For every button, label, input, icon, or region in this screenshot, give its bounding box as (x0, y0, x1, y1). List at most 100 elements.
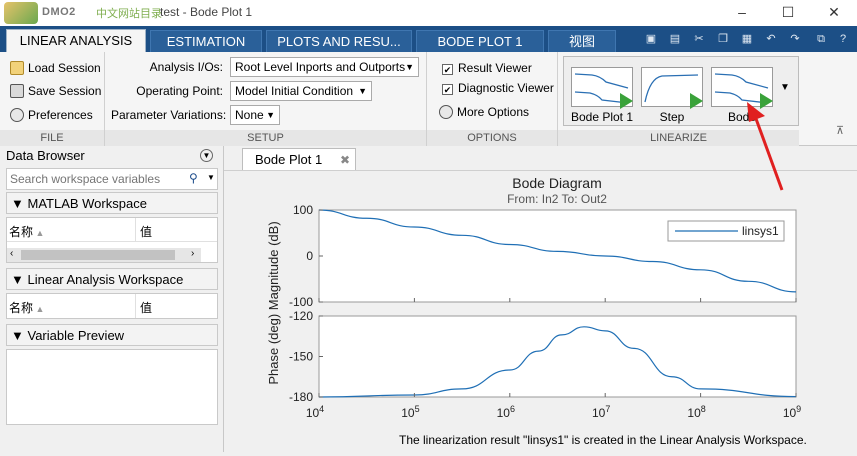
chevron-down-icon: ▼ (266, 110, 275, 120)
name-column-header[interactable]: 名称 ▲ (9, 299, 44, 316)
sort-icon: ▲ (33, 304, 45, 314)
y-tick-label: -180 (289, 390, 313, 404)
y-tick-label: 100 (293, 203, 313, 217)
linearize-item-label: Bode (727, 110, 757, 124)
disk-icon (10, 84, 24, 98)
linearize-item-label: Step (659, 110, 685, 124)
watermark-cn: 中文网站目录 (96, 8, 162, 20)
play-icon (620, 93, 633, 109)
options-section: ✔ Result Viewer ✔ Diagnostic Viewer More O… (427, 52, 558, 146)
scroll-left-icon[interactable]: ‹ (10, 248, 13, 259)
window-title: test - Bode Plot 1 (160, 5, 253, 19)
operating-point-value: Model Initial Condition (235, 84, 354, 98)
linearize-section-label: LINEARIZE (558, 130, 799, 146)
y-axis-label: Phase (deg) Magnitude (dB) (266, 221, 281, 384)
play-icon (760, 93, 773, 109)
variable-preview-label: Variable Preview (27, 328, 125, 343)
collapse-triangle-icon: ▼ (11, 328, 28, 343)
operating-point-dropdown[interactable]: Model Initial Condition ▼ (230, 81, 372, 101)
sort-icon: ▲ (33, 228, 45, 238)
close-button[interactable]: ✕ (811, 0, 857, 26)
name-column-header[interactable]: 名称 ▲ (9, 223, 44, 240)
collapse-triangle-icon: ▼ (11, 272, 28, 287)
tab-view[interactable]: 视图 (548, 30, 616, 52)
diagnostic-viewer-label: Diagnostic Viewer (458, 81, 554, 95)
panel-menu-icon[interactable]: ▼ (200, 149, 213, 162)
value-column-header[interactable]: 值 (140, 299, 152, 316)
doc-tab-bode-plot-1[interactable]: Bode Plot 1 ✖ (242, 148, 356, 170)
linearize-bode-button[interactable]: Bode (711, 63, 773, 125)
ribbon: Load Session Save Session Preferences FI… (0, 52, 857, 146)
scrollbar-thumb[interactable] (21, 250, 175, 260)
preferences-label: Preferences (28, 108, 93, 122)
copy-icon[interactable]: ❐ (716, 32, 730, 46)
options-section-label: OPTIONS (427, 130, 557, 146)
close-tab-icon[interactable]: ✖ (340, 149, 350, 171)
window-layout-icon[interactable]: ⧉ (814, 32, 828, 46)
phase-axes (318, 315, 797, 398)
linearize-item-label: Bode Plot 1 (570, 110, 634, 124)
variable-preview-header[interactable]: ▼ Variable Preview (6, 324, 218, 346)
preferences-button[interactable]: Preferences (10, 105, 93, 125)
chevron-down-icon[interactable]: ▼ (207, 173, 215, 182)
y-tick-label: 0 (306, 249, 313, 263)
save-icon[interactable]: ▤ (668, 32, 682, 46)
collapse-ribbon-icon[interactable]: ⊼ (836, 124, 844, 137)
x-tick-label: 104 (306, 404, 324, 420)
app-logo (4, 2, 38, 24)
play-icon (690, 93, 703, 109)
analysis-ios-dropdown[interactable]: Root Level Inports and Outports ▼ (230, 57, 419, 77)
analysis-ios-value: Root Level Inports and Outports (235, 60, 406, 74)
load-session-button[interactable]: Load Session (10, 58, 101, 78)
maximize-button[interactable]: ☐ (765, 0, 811, 26)
x-tick-label: 106 (497, 404, 515, 420)
title-bar: DMO2 中文网站目录 test - Bode Plot 1 – ☐ ✕ (0, 0, 857, 26)
cut-icon[interactable]: ✂ (692, 32, 706, 46)
undo-icon[interactable]: ↶ (764, 32, 778, 46)
linearize-step-button[interactable]: Step (641, 63, 703, 125)
y-tick-label: -120 (289, 309, 313, 323)
horizontal-scrollbar[interactable]: ‹ › (7, 248, 201, 262)
scroll-right-icon[interactable]: › (191, 248, 194, 259)
tab-plots-and-results[interactable]: PLOTS AND RESU... (266, 30, 412, 52)
linear-workspace-header[interactable]: ▼ Linear Analysis Workspace (6, 268, 218, 290)
tab-estimation[interactable]: ESTIMATION (150, 30, 262, 52)
result-viewer-checkbox[interactable]: ✔ Result Viewer (442, 61, 532, 75)
paste-icon[interactable]: ▦ (740, 32, 754, 46)
value-column-header[interactable]: 值 (140, 223, 152, 240)
analysis-ios-label: Analysis I/Os: (149, 60, 223, 74)
quick-access-icon[interactable]: ▣ (644, 32, 658, 46)
gallery-expand-icon[interactable]: ▼ (780, 82, 790, 93)
linearize-gallery: Bode Plot 1 Step Bode (563, 56, 799, 126)
tab-bode-plot-1[interactable]: BODE PLOT 1 (416, 30, 544, 52)
collapse-triangle-icon: ▼ (11, 196, 28, 211)
redo-icon[interactable]: ↷ (788, 32, 802, 46)
linearize-bode-plot-1-button[interactable]: Bode Plot 1 (571, 63, 633, 125)
doc-tab-label: Bode Plot 1 (255, 152, 323, 167)
linear-workspace-table: 名称 ▲ 值 (6, 293, 218, 319)
plot-area: Bode Diagram From: In2 To: Out2 Phase (d… (224, 170, 857, 452)
matlab-workspace-header[interactable]: ▼ MATLAB Workspace (6, 192, 218, 214)
search-box[interactable]: ⚲ ▼ (6, 168, 218, 190)
y-tick-label: -150 (289, 350, 313, 364)
document-area: Bode Plot 1 ✖ Bode Diagram From: In2 To:… (224, 146, 857, 452)
bode-diagram[interactable]: Bode Diagram From: In2 To: Out2 Phase (d… (224, 171, 857, 453)
col-name-label: 名称 (9, 225, 34, 239)
legend-label: linsys1 (742, 224, 779, 238)
table-header: 名称 ▲ 值 (7, 218, 217, 242)
diagnostic-viewer-checkbox[interactable]: ✔ Diagnostic Viewer (442, 81, 554, 95)
more-options-button[interactable]: More Options (439, 102, 529, 122)
col-name-label: 名称 (9, 301, 34, 315)
help-icon[interactable]: ? (836, 32, 850, 46)
linear-workspace-label: Linear Analysis Workspace (27, 272, 184, 287)
minimize-button[interactable]: – (719, 0, 765, 26)
search-input[interactable] (7, 169, 185, 189)
parameter-variations-dropdown[interactable]: None ▼ (230, 105, 280, 125)
tab-linear-analysis[interactable]: LINEAR ANALYSIS (6, 29, 146, 52)
checkmark-icon: ✔ (442, 64, 453, 75)
data-browser-title: Data Browser (6, 148, 85, 163)
search-icon: ⚲ (189, 171, 198, 185)
chevron-down-icon: ▼ (405, 62, 414, 72)
save-session-button[interactable]: Save Session (10, 81, 101, 101)
file-section-label: FILE (0, 130, 104, 146)
